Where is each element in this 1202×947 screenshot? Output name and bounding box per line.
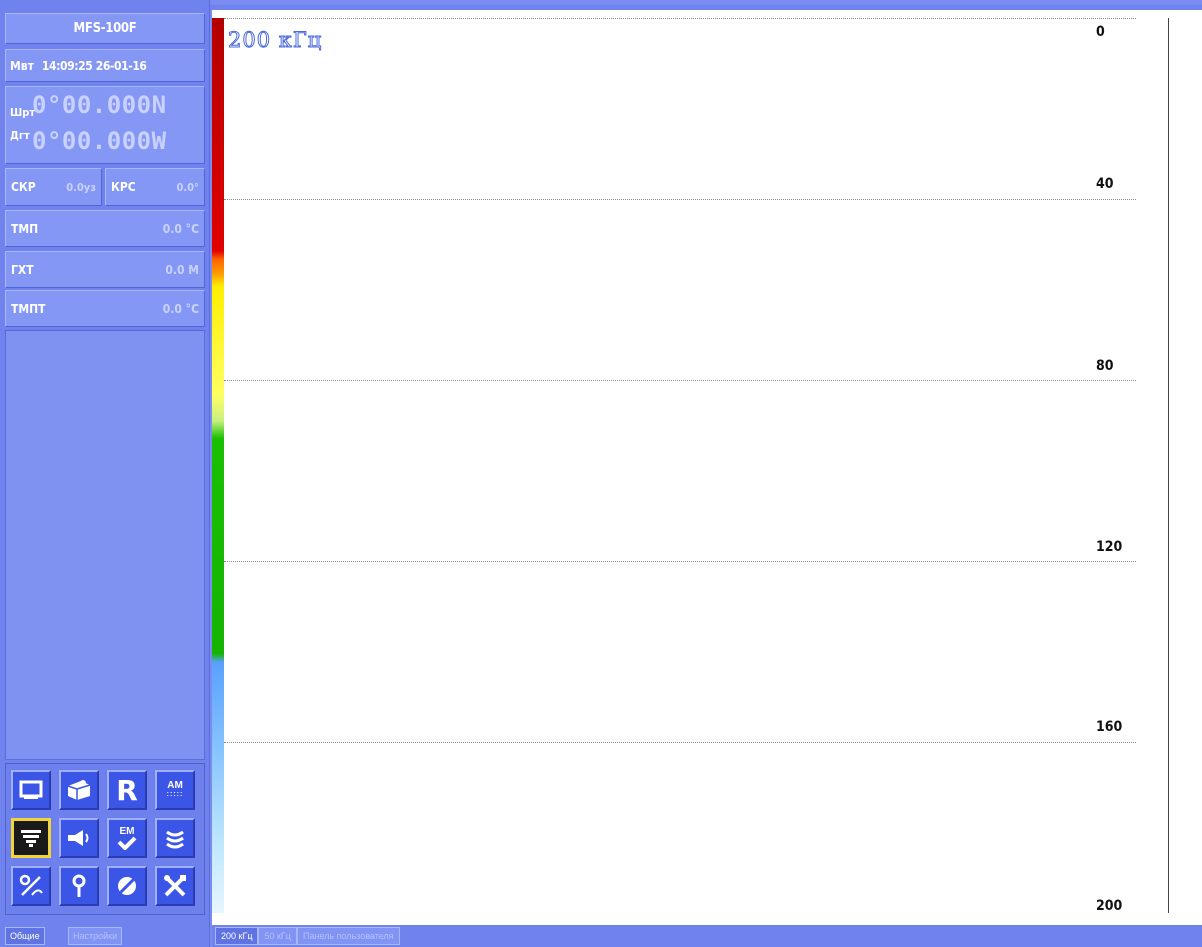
water-temperature-label: ТМПТ (11, 301, 46, 316)
em-button[interactable]: EM (107, 818, 147, 858)
sound-button[interactable] (59, 818, 99, 858)
time-label: Мвт (10, 58, 34, 73)
am-button[interactable]: AM ::::: (155, 770, 195, 810)
water-temperature-value: 0.0 °C (162, 301, 199, 316)
contrast-circle-icon (118, 877, 136, 895)
depth-gridline (224, 742, 1136, 743)
temperature-panel: ТМП 0.0 °C (5, 210, 205, 247)
latitude-value: 0°00.000N (32, 91, 167, 119)
layers-icon (166, 830, 184, 849)
tools-icon (164, 875, 186, 897)
marker-button[interactable] (59, 866, 99, 906)
depth-tick-label: 80 (1096, 358, 1114, 374)
r-icon: R (116, 773, 138, 807)
depth-label: ГХТ (11, 262, 34, 277)
echogram-tabs: 200 кГц 50 кГц Панель пользователя (215, 927, 400, 945)
am-icon: AM ::::: (166, 780, 184, 799)
depth-gridline (224, 18, 1136, 19)
depth-tick-label: 200 (1096, 898, 1123, 914)
depth-gridline (224, 561, 1136, 562)
sidebar: MFS-100F Мвт 14:09:25 26-01-16 Шрт 0°00.… (0, 0, 210, 947)
record-button[interactable]: R (107, 770, 147, 810)
depth-panel: ГХТ 0.0 М (5, 251, 205, 288)
tab-50khz[interactable]: 50 кГц (258, 927, 297, 945)
longitude-label: Дгт (10, 128, 30, 142)
model-name: MFS-100F (5, 13, 205, 44)
funnel-icon (21, 830, 41, 847)
depth-gridline (224, 380, 1136, 381)
depth-gridline (224, 199, 1136, 200)
em-check-icon: EM (117, 826, 137, 850)
temperature-value: 0.0 °C (162, 221, 199, 236)
fish-box-icon (67, 780, 91, 800)
echo-filter-button[interactable] (11, 818, 51, 858)
course-value: 0.0° (176, 180, 199, 194)
sidebar-empty-area (5, 330, 205, 760)
speed-panel: СКР 0.0уз (5, 168, 102, 206)
catch-button[interactable] (59, 770, 99, 810)
measure-button[interactable] (11, 866, 51, 906)
water-temperature-panel: ТМПТ 0.0 °C (5, 290, 205, 327)
frequency-label: 200 кГц (227, 28, 323, 53)
depth-value: 0.0 М (165, 262, 199, 277)
position-panel: Шрт 0°00.000N Дгт 0°00.000W (5, 86, 205, 164)
percent-measure-icon (19, 874, 43, 896)
speed-label: СКР (11, 180, 36, 194)
color-scale-bar (212, 18, 224, 913)
depth-tick-label: 120 (1096, 539, 1123, 555)
echogram-area[interactable]: 200 кГц 0 40 80 120 160 200 (212, 10, 1202, 925)
longitude-row: Дгт 0°00.000W (10, 127, 167, 155)
speed-value: 0.0уз (66, 180, 96, 194)
tab-user-panel[interactable]: Панель пользователя (296, 927, 400, 945)
depth-tick-label: 40 (1096, 176, 1114, 192)
temperature-label: ТМП (11, 221, 39, 236)
sounding-cursor-line (1168, 18, 1169, 913)
course-panel: КРС 0.0° (105, 168, 205, 206)
tab-settings[interactable]: Настройки (68, 927, 123, 945)
function-icon-grid: R AM ::::: EM (5, 763, 205, 915)
time-value: 14:09:25 26-01-16 (41, 58, 147, 73)
latitude-label: Шрт (10, 105, 36, 119)
latitude-row: Шрт 0°00.000N (10, 91, 167, 119)
depth-tick-label: 0 (1096, 24, 1105, 40)
settings-tools-button[interactable] (155, 866, 195, 906)
tab-200khz[interactable]: 200 кГц (215, 927, 259, 945)
tab-general[interactable]: Общие (5, 927, 45, 945)
brightness-button[interactable] (107, 866, 147, 906)
speaker-icon (68, 830, 89, 846)
layers-button[interactable] (155, 818, 195, 858)
monitor-icon (19, 780, 43, 799)
time-panel: Мвт 14:09:25 26-01-16 (5, 49, 205, 82)
depth-tick-label: 160 (1096, 719, 1123, 735)
pin-icon (72, 874, 86, 897)
course-label: КРС (111, 180, 136, 194)
display-button[interactable] (11, 770, 51, 810)
longitude-value: 0°00.000W (32, 127, 167, 155)
